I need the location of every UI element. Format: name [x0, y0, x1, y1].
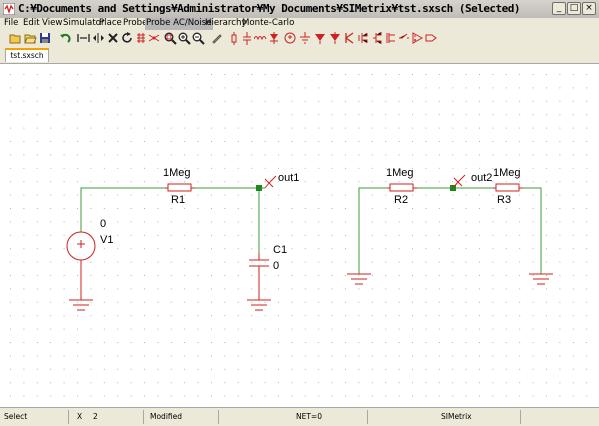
open-icon[interactable] — [8, 31, 22, 45]
r3-value: 1Meg — [493, 167, 521, 179]
inductor-icon[interactable] — [253, 31, 267, 45]
window-title: C:¥Documents and Settings¥Administrator¥… — [18, 2, 521, 15]
v1-value: 0 — [100, 218, 106, 230]
nmos-icon[interactable] — [342, 31, 356, 45]
ground-icon[interactable] — [298, 31, 312, 45]
igbt-icon[interactable] — [384, 31, 398, 45]
save-icon[interactable] — [38, 31, 52, 45]
minimize-button[interactable]: _ — [552, 2, 566, 15]
status-bar: Select X 2 Modified NET=0 SIMetrix — [0, 407, 599, 426]
menu-edit[interactable]: Edit — [22, 18, 41, 30]
status-net: NET=0 — [296, 412, 322, 421]
status-divider — [218, 410, 219, 424]
switch-icon[interactable] — [397, 31, 411, 45]
status-divider — [367, 410, 368, 424]
maximize-button[interactable]: □ — [567, 2, 581, 15]
terminal-icon[interactable] — [424, 31, 438, 45]
resistor-r3[interactable] — [493, 183, 523, 192]
zoom-out-icon[interactable] — [191, 31, 205, 45]
menu-probe-ac-noise[interactable]: Probe AC/Noise — [145, 18, 213, 30]
tab-strip: tst.sxsch — [0, 47, 599, 63]
capacitor-icon[interactable] — [240, 31, 254, 45]
status-app: SIMetrix — [441, 412, 472, 421]
toolbar — [0, 30, 599, 48]
status-divider — [520, 410, 521, 424]
probe-label-out2: out2 — [471, 172, 492, 184]
stamp-icon[interactable] — [134, 31, 148, 45]
tab-tst-sxsch[interactable]: tst.sxsch — [5, 48, 49, 62]
schematic-sheet[interactable]: 1Meg R1 1Meg R2 1Meg R3 out1 out2 C1 0 0… — [3, 67, 596, 405]
c1-value: 0 — [273, 260, 279, 272]
undo-icon[interactable] — [58, 31, 72, 45]
probe-label-out1: out1 — [278, 172, 299, 184]
v1-ref: V1 — [100, 234, 113, 246]
rotate-icon[interactable] — [120, 31, 134, 45]
menu-bar: File Edit View Simulator Place Probe Pro… — [0, 18, 599, 30]
menu-place[interactable]: Place — [98, 18, 123, 30]
schematic-canvas[interactable]: 1Meg R1 1Meg R2 1Meg R3 out1 out2 C1 0 0… — [0, 63, 599, 408]
status-divider — [143, 410, 144, 424]
status-mode: Select — [4, 412, 28, 421]
resistor-icon[interactable] — [227, 31, 241, 45]
folder-icon[interactable] — [23, 31, 37, 45]
zoom-fit-icon[interactable] — [163, 31, 177, 45]
zoom-in-icon[interactable] — [177, 31, 191, 45]
r2-ref: R2 — [394, 194, 408, 206]
grid — [3, 67, 596, 405]
opamp-icon[interactable] — [410, 31, 424, 45]
r1-ref: R1 — [171, 194, 185, 206]
voltage-source-icon[interactable] — [283, 31, 297, 45]
menu-view[interactable]: View — [41, 18, 63, 30]
menu-monte-carlo[interactable]: Monte-Carlo — [241, 18, 295, 30]
title-bar[interactable]: C:¥Documents and Settings¥Administrator¥… — [0, 0, 599, 19]
status-x-value: 2 — [93, 412, 98, 421]
r3-ref: R3 — [497, 194, 511, 206]
cut-wire-icon[interactable] — [76, 31, 90, 45]
menu-file[interactable]: File — [3, 18, 19, 30]
mirror-icon[interactable] — [91, 31, 105, 45]
pmos-icon[interactable] — [356, 31, 370, 45]
diode-icon[interactable] — [267, 31, 281, 45]
status-x-label: X — [77, 412, 83, 421]
app-icon — [3, 3, 15, 15]
pnp-icon[interactable] — [328, 31, 342, 45]
resistor-r2[interactable] — [387, 183, 417, 192]
npn-icon[interactable] — [313, 31, 327, 45]
jfet-icon[interactable] — [370, 31, 384, 45]
r2-value: 1Meg — [386, 167, 414, 179]
junction-out1 — [256, 185, 262, 191]
app-window: C:¥Documents and Settings¥Administrator¥… — [0, 0, 599, 426]
r1-value: 1Meg — [163, 167, 191, 179]
c1-ref: C1 — [273, 244, 287, 256]
resistor-r1[interactable] — [165, 183, 195, 192]
delete-icon[interactable] — [106, 31, 120, 45]
close-button[interactable]: × — [582, 2, 596, 15]
pen-icon[interactable] — [210, 31, 224, 45]
junction-icon[interactable] — [147, 31, 161, 45]
status-modified: Modified — [150, 412, 183, 421]
status-divider — [68, 410, 69, 424]
